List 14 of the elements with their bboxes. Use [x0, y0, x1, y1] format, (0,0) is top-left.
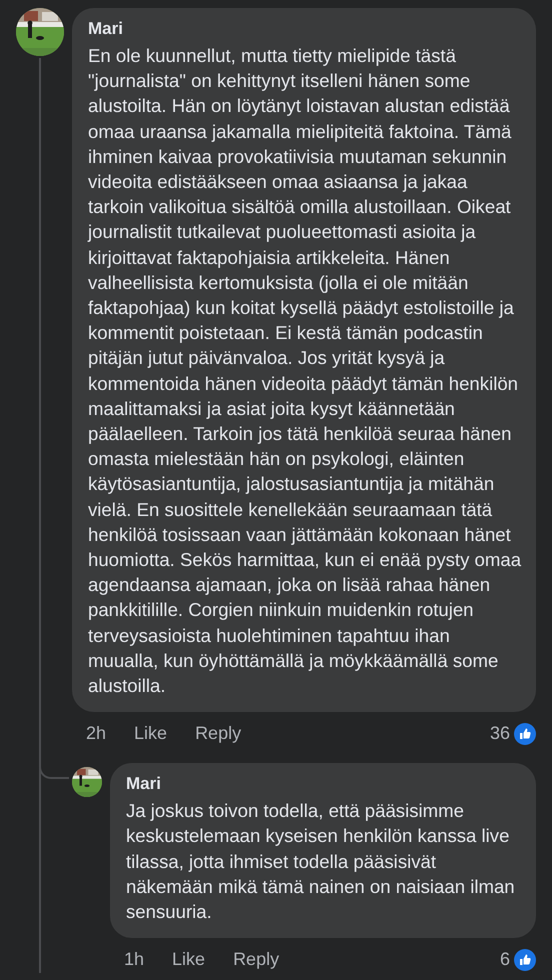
like-reaction-icon	[514, 948, 536, 971]
comment-time: 1h	[124, 948, 144, 972]
like-link[interactable]: Like	[134, 720, 168, 748]
like-reaction-icon	[514, 722, 536, 745]
reply-link[interactable]: Reply	[233, 946, 280, 974]
like-link[interactable]: Like	[172, 946, 206, 974]
author-name: Mari	[88, 18, 124, 40]
comment-text: Ja joskus toivon todella, että pääsisimme keskustelemaan kyseisen henkilön kanssa live tilassa, jotta ihmiset todella pääsisivät näkemään mikä tämä nainen on naisiaan ilman sensuuria.	[126, 799, 516, 924]
reaction-count: 36	[490, 722, 510, 746]
reply-link[interactable]: Reply	[195, 720, 242, 748]
comment-time: 2h	[86, 722, 106, 746]
comment-text: En ole kuunnellut, mutta tietty mielipide tästä "journalista" on kehittynyt itselleni hänen some alustoilta. Hän on löytänyt loistavan alustan edistää omaa uraansa jakamalla mielipiteitä faktoina. Tämä ihminen kaivaa provokatiivisia muutaman sekunnin videoita edistääkseen omaa asiaansa ja jakaa tarkoin valikoitua sisältöä omilla alustoillaan. Oikeat journalistit tutkailevat puolueettomasti asioita ja kirjoittavat faktapohjaisia artikkeleita. Hänen valheellisista kertomuksista (jolla ei ole mitään faktapohjaa) kun koitat kysellä päädyt estolistoille ja kommentit poistetaan. Ei kestä tämän podcastin pitäjän jutut päivänvaloa. Jos yrität kysyä ja kommentoida hänen videoita päädyt tämän henkilön maalittamaksi ja asiat joita kysyt käännetään päälaelleen. Tarkoin jos tätä henkilöä seuraa hänen omasta mielestään hän on psykologi, eläinten käytösasiantuntija, jalostusasiantuntija ja mitähän vielä. En suosittele kenellekään seuraamaan tätä henkilöä tosissaan vaan jättämään kokonaan hänet huomiotta. Sekös harmittaa, kun ei enää pysty omaa agendaansa ajamaan, joka on lisää rahaa hänen pankkitilille. Corgien niinkuin muidenkin rotujen terveysasioista huolehtiminen tapahtuu ihan muualla, kun öyhöttämällä ja möykkäämällä some alustoilla.	[88, 44, 522, 698]
author-name: Mari	[126, 773, 162, 796]
reaction-count: 6	[500, 948, 510, 972]
